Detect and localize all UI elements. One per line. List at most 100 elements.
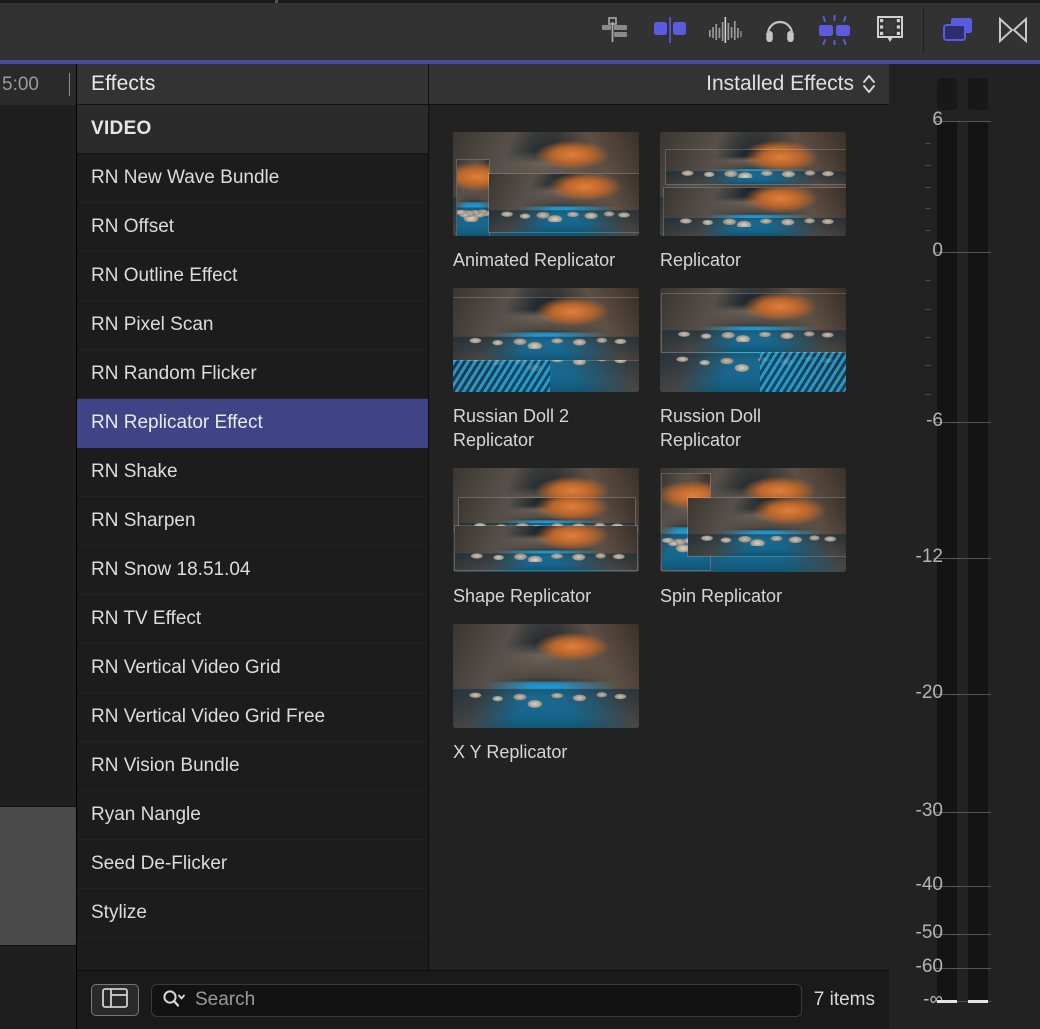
playhead-caret: [69, 73, 70, 96]
search-icon[interactable]: [162, 988, 188, 1013]
effect-label: Russian Doll 2 Replicator: [453, 404, 639, 452]
category-row[interactable]: RN Snow 18.51.04: [77, 546, 428, 595]
thumbnail-image-copy: [662, 294, 846, 352]
category-row-label: RN Vertical Video Grid Free: [91, 706, 325, 728]
category-row[interactable]: RN Shake: [77, 448, 428, 497]
timeline-clip[interactable]: [0, 806, 76, 946]
audio-level-left: [937, 1000, 957, 1003]
meter-tick-label: -12: [916, 546, 943, 568]
thumbnail-rocks-copy: [457, 206, 489, 223]
effect-cell[interactable]: X Y Replicator: [453, 624, 660, 764]
meter-minor-tick: [925, 365, 931, 366]
category-row[interactable]: RN Offset: [77, 203, 428, 252]
category-row[interactable]: RN Vertical Video Grid: [77, 644, 428, 693]
category-row-label: RN Outline Effect: [91, 265, 237, 287]
category-row[interactable]: Seed De-Flicker: [77, 840, 428, 889]
meter-scale-row: -20: [889, 694, 1040, 695]
effect-thumbnail[interactable]: [660, 288, 846, 392]
category-row[interactable]: RN Vision Bundle: [77, 742, 428, 791]
replicator-copy: [688, 498, 846, 556]
effect-label: Spin Replicator: [660, 584, 846, 608]
category-row[interactable]: Stylize: [77, 889, 428, 938]
category-row[interactable]: RN Outline Effect: [77, 252, 428, 301]
category-row-label: Seed De-Flicker: [91, 853, 227, 875]
effect-thumbnail[interactable]: [453, 468, 639, 572]
thumbnail-rocks-copy: [664, 217, 846, 228]
replicator-copy: [453, 298, 639, 360]
category-row[interactable]: Ryan Nangle: [77, 791, 428, 840]
effect-thumbnail[interactable]: [660, 468, 846, 572]
meter-tick-label: 6: [932, 109, 943, 131]
top-toolbar: [0, 0, 1040, 60]
audio-level-right: [968, 1000, 988, 1003]
blade-tool-icon[interactable]: [642, 8, 697, 52]
browser-bottom-bar: 7 items: [77, 970, 889, 1029]
headphones-icon[interactable]: [752, 8, 807, 52]
category-row[interactable]: RN Vertical Video Grid Free: [77, 693, 428, 742]
effect-label: Shape Replicator: [453, 584, 639, 608]
category-row[interactable]: RN TV Effect: [77, 595, 428, 644]
meter-minor-tick: [925, 280, 931, 281]
replicator-copy: [489, 174, 639, 232]
trim-tool-icon[interactable]: [587, 8, 642, 52]
transitions-browser-icon[interactable]: [985, 8, 1040, 52]
effect-thumbnail[interactable]: [453, 288, 639, 392]
timecode-label: 5:00: [2, 74, 39, 96]
effect-thumbnail[interactable]: [453, 624, 639, 728]
thumbnail-rocks-copy: [662, 329, 846, 342]
meter-scale-row: 0: [889, 252, 1040, 253]
timeline-sliver: 5:00: [0, 64, 76, 1029]
effect-cell[interactable]: Animated Replicator: [453, 132, 660, 272]
effect-cell[interactable]: Spin Replicator: [660, 468, 867, 608]
effect-cell[interactable]: Shape Replicator: [453, 468, 660, 608]
filter-dropdown[interactable]: Installed Effects: [429, 64, 889, 104]
meter-scale-row: -6: [889, 422, 1040, 423]
search-field[interactable]: [151, 984, 802, 1017]
category-row[interactable]: RN New Wave Bundle: [77, 154, 428, 203]
effects-category-list[interactable]: VIDEO RN New Wave BundleRN OffsetRN Outl…: [77, 105, 429, 970]
effects-sparkle-icon[interactable]: [807, 8, 862, 52]
effects-browser-window: 5:00 Effects Installed Effects: [0, 0, 1040, 1029]
category-row[interactable]: RN Replicator Effect: [77, 399, 428, 448]
sidebar-toggle-button[interactable]: [91, 984, 139, 1016]
meter-tick-label: -40: [916, 874, 943, 896]
panel-title: Effects: [91, 72, 156, 96]
panel-header: Effects Installed Effects: [77, 64, 889, 105]
effects-thumbnail-browser[interactable]: Animated ReplicatorReplicator Russian Dol…: [430, 105, 889, 970]
replicator-copy: [664, 188, 846, 236]
thumbnail-rocks-copy: [666, 170, 846, 177]
category-row[interactable]: RN Random Flicker: [77, 350, 428, 399]
category-row-label: RN Vertical Video Grid: [91, 657, 281, 679]
effect-thumbnail[interactable]: [660, 132, 846, 236]
category-row-label: RN Shake: [91, 461, 178, 483]
search-input[interactable]: [195, 989, 791, 1011]
category-rows-container: RN New Wave BundleRN Offset RN Outline Ef…: [77, 154, 428, 938]
effect-thumbnail[interactable]: [453, 132, 639, 236]
thumbnail-image-copy: [455, 526, 637, 570]
effect-label: Replicator: [660, 248, 846, 272]
category-row-label: RN Pixel Scan: [91, 314, 214, 336]
effects-panel: Effects Installed Effects VIDEO RN New W…: [76, 64, 888, 1029]
thumbnail-image-copy: [664, 188, 846, 236]
category-row-label: RN TV Effect: [91, 608, 201, 630]
category-row[interactable]: RN Sharpen: [77, 497, 428, 546]
category-row-label: RN Sharpen: [91, 510, 196, 532]
thumbnail-rocks-copy: [453, 335, 639, 349]
audio-waveform-icon[interactable]: [697, 8, 752, 52]
meter-tick-label: -30: [916, 800, 943, 822]
effect-cell[interactable]: Russion Doll Replicator: [660, 288, 867, 452]
filmstrip-icon[interactable]: [862, 8, 917, 52]
category-row[interactable]: RN Pixel Scan: [77, 301, 428, 350]
meter-tick-label: 0: [932, 240, 943, 262]
meter-minor-tick: [925, 165, 931, 166]
meter-scale-row: -∞: [889, 1001, 1040, 1002]
effect-cell[interactable]: Replicator: [660, 132, 867, 272]
meter-tick-label: -50: [916, 922, 943, 944]
thumbnail-rocks-copy: [489, 209, 639, 222]
thumbnail-image-copy: [489, 174, 639, 232]
meter-scale-row: -50: [889, 934, 1040, 935]
effects-browser-icon[interactable]: [930, 8, 985, 52]
audio-meter-pane[interactable]: 60-6-12-20-30-40-50-60-∞ L R: [889, 64, 1040, 1029]
effect-cell[interactable]: Russian Doll 2 Replicator: [453, 288, 660, 452]
meter-tick-label: -60: [916, 956, 943, 978]
